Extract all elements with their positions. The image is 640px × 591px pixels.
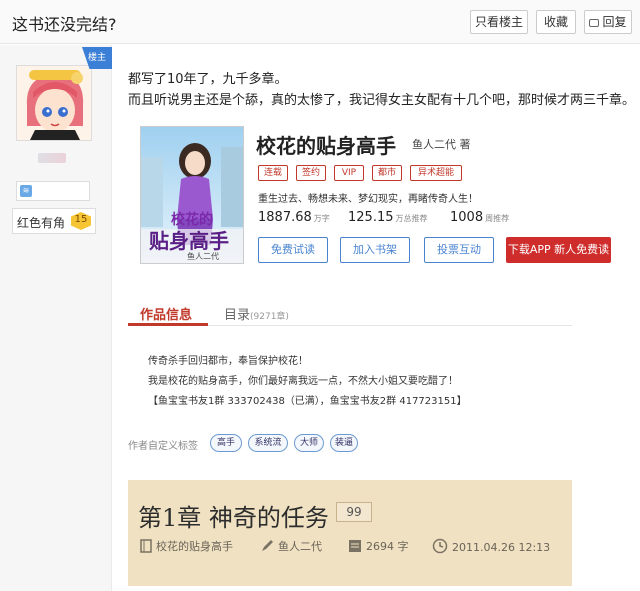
cover-title-2: 贴身高手 bbox=[149, 229, 229, 253]
tab-info[interactable]: 作品信息 bbox=[140, 304, 192, 323]
chapter-card[interactable]: 第1章 神奇的任务 99 校花的贴身高手 鱼人二代 2694 字 2011.04… bbox=[128, 480, 572, 586]
book-tag[interactable]: 都市 bbox=[372, 165, 402, 181]
member-tag[interactable]: 红色有角 15 bbox=[12, 208, 96, 234]
add-shelf-button[interactable]: 加入书架 bbox=[340, 237, 410, 263]
book-tag[interactable]: VIP bbox=[334, 165, 364, 181]
description-line: 我是校花的贴身高手，你们最好离我远一点，不然大小姐又要吃醋了！ bbox=[148, 376, 458, 387]
member-tag-label: 红色有角 bbox=[17, 216, 66, 230]
tab-active-indicator bbox=[128, 323, 208, 326]
avatar[interactable] bbox=[16, 65, 92, 141]
chapter-comment-count[interactable]: 99 bbox=[336, 502, 372, 522]
reply-button[interactable]: 回复 bbox=[584, 10, 632, 34]
custom-tag[interactable]: 高手 bbox=[210, 434, 242, 452]
chapter-author: 鱼人二代 bbox=[260, 538, 322, 556]
book-tag[interactable]: 连载 bbox=[258, 165, 288, 181]
post-text-line: 而且听说男主还是个舔，真的太惨了，我记得女主女配有十几个吧，那时候才两三千章。 bbox=[128, 93, 636, 108]
word-count: 1887.68 万字 bbox=[258, 210, 330, 225]
description-line: 【鱼宝宝书友1群 333702438（已满），鱼宝宝书友2群 417723151… bbox=[148, 396, 467, 407]
chapter-words: 2694 字 bbox=[348, 538, 409, 556]
document-icon bbox=[348, 539, 362, 556]
reply-label: 回复 bbox=[602, 15, 627, 29]
reply-icon bbox=[589, 19, 600, 27]
pen-icon bbox=[260, 539, 274, 556]
author-panel: 楼主 ≋ 红色有角 15 bbox=[0, 45, 112, 591]
recommend-count: 125.15 万总推荐 bbox=[348, 210, 428, 225]
description-line: 传奇杀手回归都市，奉旨保护校花！ bbox=[148, 356, 308, 367]
only-owner-button[interactable]: 只看楼主 bbox=[470, 10, 528, 34]
weekly-recommend: 1008 周推荐 bbox=[450, 210, 510, 225]
level-icon: ≋ bbox=[20, 185, 32, 197]
book-tag[interactable]: 签约 bbox=[296, 165, 326, 181]
post-text-line: 都写了10年了，九千多章。 bbox=[128, 72, 288, 87]
thread-header: 这书还没完结? 只看楼主 收藏 回复 bbox=[0, 0, 640, 44]
book-author[interactable]: 鱼人二代 著 bbox=[412, 136, 471, 152]
avatar-image bbox=[17, 66, 91, 140]
book-cover[interactable]: 校花的 贴身高手 鱼人二代 bbox=[140, 126, 244, 264]
clock-icon bbox=[432, 538, 448, 557]
book-intro: 重生过去、畅想未来、梦幻现实，再睹传奇人生！ bbox=[258, 194, 478, 205]
tab-toc[interactable]: 目录(9271章) bbox=[224, 304, 289, 323]
chapter-title[interactable]: 第1章 神奇的任务 bbox=[138, 498, 329, 533]
custom-tag[interactable]: 装逼 bbox=[330, 434, 358, 452]
user-level-box: ≋ bbox=[16, 181, 90, 201]
custom-tags-label: 作者自定义标签 bbox=[128, 441, 198, 452]
vote-button[interactable]: 投票互动 bbox=[424, 237, 494, 263]
free-read-button[interactable]: 免费试读 bbox=[258, 237, 328, 263]
custom-tag[interactable]: 大师 bbox=[294, 434, 324, 452]
thread-title: 这书还没完结? bbox=[12, 15, 117, 34]
chapter-date: 2011.04.26 12:13 bbox=[432, 538, 550, 557]
book-icon bbox=[140, 539, 152, 556]
book-title[interactable]: 校花的贴身高手 bbox=[256, 130, 396, 159]
chapter-book: 校花的贴身高手 bbox=[140, 538, 233, 556]
book-tag[interactable]: 异术超能 bbox=[410, 165, 462, 181]
custom-tag[interactable]: 系统流 bbox=[248, 434, 288, 452]
download-app-button[interactable]: 下载APP 新人免费读 bbox=[506, 237, 611, 263]
level-badge: 15 bbox=[71, 212, 91, 230]
username-redacted bbox=[38, 153, 66, 163]
favorite-button[interactable]: 收藏 bbox=[536, 10, 576, 34]
cover-author: 鱼人二代 bbox=[187, 252, 219, 261]
